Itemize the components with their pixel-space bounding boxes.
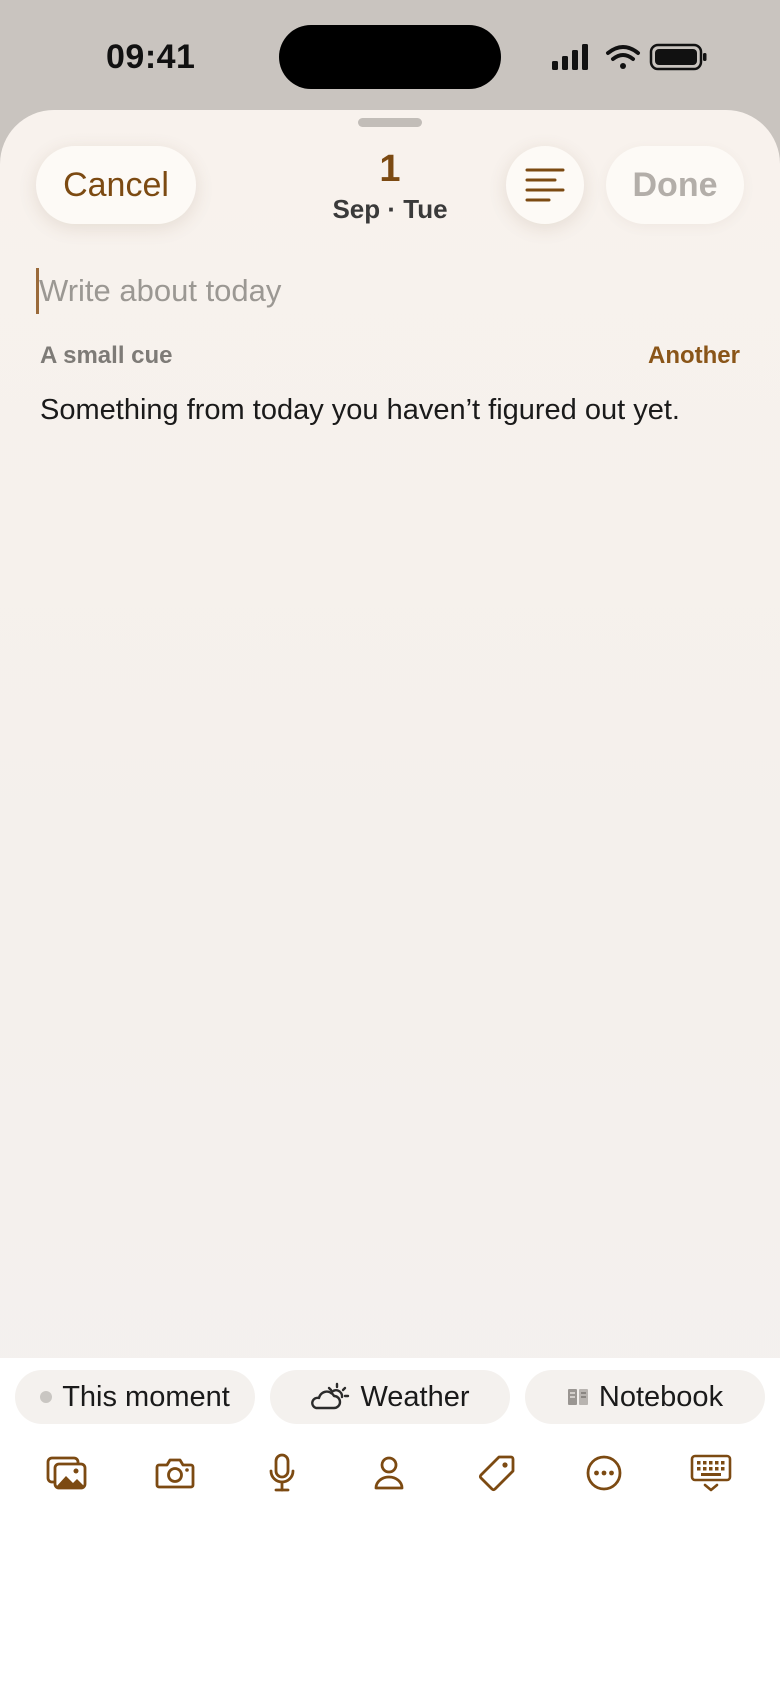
person-icon <box>374 1456 404 1490</box>
keyboard-dismiss-button[interactable] <box>686 1450 736 1496</box>
chip-label: Notebook <box>598 1380 724 1413</box>
entry-text-field[interactable]: Write about today <box>36 266 736 316</box>
format-button[interactable] <box>506 146 584 224</box>
dot-icon <box>40 1391 53 1403</box>
tag-icon <box>478 1455 515 1492</box>
cue-text: Something from today you haven’t figured… <box>40 394 680 426</box>
dynamic-island <box>279 25 501 89</box>
photo-library-icon <box>46 1456 87 1490</box>
entry-placeholder: Write about today <box>39 273 282 308</box>
camera-button[interactable] <box>150 1450 200 1496</box>
notebook-chip[interactable]: Notebook <box>525 1370 765 1424</box>
bottom-bar: This moment Weather Notebook <box>0 1358 780 1695</box>
more-button[interactable] <box>579 1450 629 1496</box>
voice-memo-button[interactable] <box>257 1450 307 1496</box>
date-day: 1 <box>379 148 401 190</box>
weather-chip[interactable]: Weather <box>270 1370 510 1424</box>
signal-icon <box>552 44 588 70</box>
chip-label: This moment <box>62 1380 230 1413</box>
status-time: 09:41 <box>106 38 196 76</box>
photo-library-button[interactable] <box>42 1450 92 1496</box>
another-cue-button[interactable]: Another <box>648 342 740 370</box>
people-button[interactable] <box>364 1450 414 1496</box>
status-icons <box>552 43 707 71</box>
battery-icon <box>649 43 707 71</box>
chip-label: Weather <box>360 1380 470 1413</box>
cancel-button[interactable]: Cancel <box>36 146 196 224</box>
keyboard-dismiss-icon <box>690 1454 732 1492</box>
tag-button[interactable] <box>472 1450 522 1496</box>
attachment-toolbar <box>0 1450 780 1500</box>
cue-label: A small cue <box>40 342 173 369</box>
status-bar: 09:41 <box>0 0 780 110</box>
camera-icon <box>155 1458 195 1489</box>
more-icon <box>586 1455 622 1491</box>
done-button[interactable]: Done <box>606 146 744 224</box>
date-month-weekday: Sep · Tue <box>332 194 448 224</box>
sheet-grabber[interactable] <box>358 118 422 127</box>
this-moment-chip[interactable]: This moment <box>15 1370 255 1424</box>
wifi-icon <box>606 45 640 69</box>
notebook-icon <box>567 1387 589 1407</box>
text-align-icon <box>525 168 565 202</box>
cloud-sun-icon <box>310 1382 350 1412</box>
microphone-icon <box>269 1453 295 1492</box>
